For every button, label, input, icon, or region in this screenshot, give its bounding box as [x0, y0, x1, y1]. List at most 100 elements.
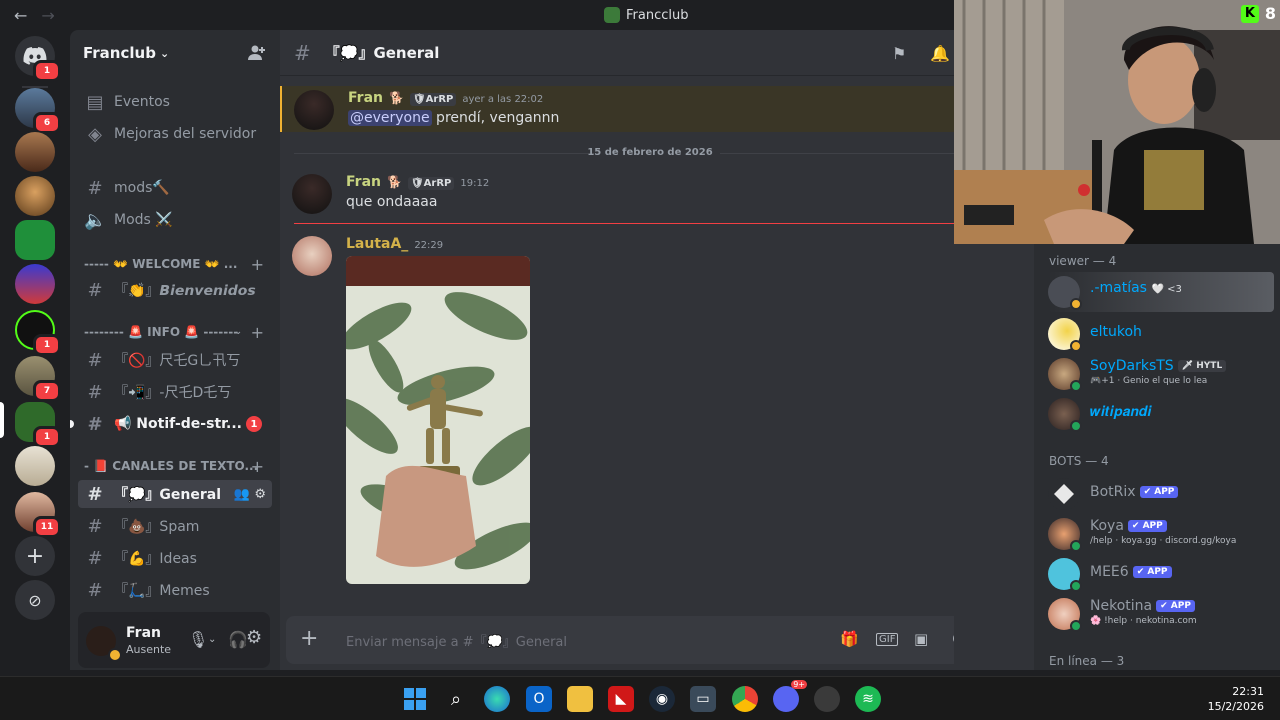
member-name: eltukoh	[1090, 324, 1142, 340]
threads-icon[interactable]: ⚑	[892, 44, 906, 63]
member-eltukoh[interactable]: eltukoh	[1048, 314, 1274, 354]
channel-label: 『💭』General	[114, 487, 222, 503]
steam-icon[interactable]: ◉	[649, 686, 675, 712]
channel-reglas[interactable]: # 『🚫』尺乇G乚卂丂	[78, 346, 272, 374]
search-icon[interactable]: ⌕	[443, 686, 469, 712]
chat-area-extension	[954, 244, 1034, 670]
server-icon-1[interactable]: 6	[15, 88, 61, 134]
outlook-icon[interactable]: O	[526, 686, 552, 712]
server-icon-9[interactable]	[15, 446, 55, 486]
message-composer[interactable]: + Enviar mensaje a #『💭』General 🎁 GIF ▣ ☺…	[286, 616, 1026, 664]
chevron-down-icon[interactable]: ⌄	[208, 634, 216, 645]
channel-general[interactable]: # 『💭』General 👥 ⚙	[78, 480, 272, 508]
forward-arrow-icon[interactable]: →	[41, 6, 54, 25]
category-welcome[interactable]: ----- 👐 WELCOME 👐 ... +	[78, 254, 272, 274]
spotify-icon[interactable]: ≋	[855, 686, 881, 712]
server-icon-4[interactable]	[15, 220, 55, 260]
status-idle-indicator	[1070, 340, 1082, 352]
member-witipandi[interactable]: 𝒘𝒊𝒕𝒊𝒑𝒂𝒏𝒅𝒊	[1048, 394, 1274, 434]
discord-taskbar-icon[interactable]: 9+	[773, 680, 807, 712]
file-explorer-icon[interactable]	[567, 686, 593, 712]
channel-header: # 『💭』General ⚑ 🔔	[280, 30, 954, 76]
avatar[interactable]	[292, 236, 332, 276]
channel-spam[interactable]: # 『💩』Spam	[78, 512, 272, 540]
voice-channel-mods[interactable]: 🔈 Mods ⚔️	[78, 206, 272, 234]
member-koya[interactable]: Koya ✔ APP /help · koya.gg · discord.gg/k…	[1048, 514, 1274, 554]
channel-label: 『📲』-尺乇D乇丂	[114, 385, 232, 401]
edge-browser-icon[interactable]	[484, 686, 510, 712]
channel-mods[interactable]: # mods🔨	[78, 174, 272, 202]
channel-redes[interactable]: # 『📲』-尺乇D乇丂	[78, 378, 272, 406]
server-tag[interactable]: 🛡ArRP	[409, 93, 457, 106]
message-input[interactable]: Enviar mensaje a #『💭』General	[346, 631, 567, 650]
mention-badge: 1	[246, 416, 262, 432]
member-matias[interactable]: .-matías 🤍 <3	[1048, 272, 1274, 312]
channel-bienvenidos[interactable]: # 『👏』𝘽𝙞𝙚𝙣𝙫𝙚𝙣𝙞𝙙𝙤𝙨	[78, 276, 272, 304]
gif-icon[interactable]: GIF	[876, 633, 899, 646]
add-channel-icon[interactable]: +	[251, 255, 264, 274]
channel-settings-icons[interactable]: 👥 ⚙	[234, 487, 266, 502]
obs-icon[interactable]	[814, 686, 840, 712]
explore-button[interactable]: ⊘	[15, 580, 55, 620]
server-header[interactable]: Franclub ⌄	[70, 30, 280, 76]
status-online-indicator	[1070, 580, 1082, 592]
server-icon-3[interactable]	[15, 176, 55, 216]
channel-ideas[interactable]: # 『💪』Ideas	[78, 544, 272, 572]
microphone-icon[interactable]: 🎙	[188, 630, 208, 649]
category-info[interactable]: -------- 🚨 INFO 🚨 ------- ⌄ +	[78, 322, 272, 342]
back-arrow-icon[interactable]: ←	[14, 6, 27, 25]
server-icon-5[interactable]	[15, 264, 55, 304]
history-nav: ← →	[14, 6, 55, 25]
member-nekotina[interactable]: Nekotina ✔ APP 🌸 !help · nekotina.com	[1048, 594, 1274, 634]
windows-start-icon[interactable]	[402, 686, 428, 712]
message-author[interactable]: LautaA_	[346, 236, 408, 252]
amd-software-icon[interactable]: ◣	[608, 686, 634, 712]
category-text-channels[interactable]: - 📕 CANALES DE TEXTO... +	[78, 456, 272, 476]
system-clock[interactable]: 22:31 15/2/2026	[1208, 684, 1264, 714]
user-status: Ausente	[126, 643, 172, 656]
server-icon-7[interactable]: 7	[15, 356, 61, 402]
bell-icon[interactable]: 🔔	[930, 44, 950, 63]
avatar[interactable]	[292, 174, 332, 214]
message-author[interactable]: Fran	[346, 174, 381, 190]
server-icon-6[interactable]: 1	[15, 310, 61, 356]
member-activity: /help · koya.gg · discord.gg/koya	[1090, 536, 1237, 546]
attach-plus-icon[interactable]: +	[300, 626, 318, 651]
message-author[interactable]: Fran	[348, 90, 383, 106]
member-tag: 🤍 <3	[1151, 284, 1182, 295]
add-channel-icon[interactable]: +	[251, 323, 264, 342]
remote-desktop-icon[interactable]: ▭	[690, 686, 716, 712]
server-icon-2[interactable]	[15, 132, 55, 172]
unread-badge: 1	[33, 334, 61, 356]
gift-icon[interactable]: 🎁	[840, 630, 859, 648]
channel-notif[interactable]: # 📢 Notif-de-str... 1	[70, 410, 272, 438]
dog-badge-icon: 🐕	[389, 91, 404, 105]
sticker-icon[interactable]: ▣	[914, 630, 928, 648]
image-attachment[interactable]	[346, 256, 530, 584]
server-icon-10[interactable]: 11	[15, 492, 61, 538]
gear-icon[interactable]: ⚙	[246, 627, 262, 648]
window-title: Francclub	[604, 7, 688, 23]
trophy-photo	[346, 256, 530, 584]
channel-memes[interactable]: # 『🛴』Memes	[78, 576, 272, 604]
member-mee6[interactable]: MEE6 ✔ APP	[1048, 554, 1274, 594]
chat-area: # 『💭』General ⚑ 🔔 Fran 🐕 🛡ArRP ayer a las…	[280, 30, 1026, 670]
server-boosts-item[interactable]: ◈ Mejoras del servidor	[78, 120, 272, 148]
add-server-button[interactable]: +	[15, 536, 55, 576]
member-botrix[interactable]: BotRix ✔ APP	[1048, 474, 1274, 514]
events-item[interactable]: ▤ Eventos	[78, 88, 272, 116]
server-icon-franclub[interactable]: 1	[15, 402, 61, 448]
avatar[interactable]	[294, 90, 334, 130]
headphones-icon[interactable]: 🎧	[228, 630, 248, 649]
app-badge: ✔ APP	[1127, 520, 1167, 532]
message-2: Fran 🐕 🛡ArRP 19:12 que ondaaaa	[280, 172, 954, 220]
direct-messages-button[interactable]: 1	[15, 36, 61, 82]
member-soydarksts[interactable]: SoyDarksTS 🗡 HYTL 🎮+1 · Genio el que lo l…	[1048, 354, 1274, 394]
add-channel-icon[interactable]: +	[251, 457, 264, 476]
invite-people-icon[interactable]	[248, 44, 266, 62]
hash-icon: #	[87, 381, 103, 403]
everyone-mention[interactable]: @everyone	[348, 110, 432, 126]
chrome-icon[interactable]	[732, 686, 758, 712]
hash-icon: #	[87, 177, 103, 199]
server-tag[interactable]: 🛡ArRP	[407, 177, 455, 190]
